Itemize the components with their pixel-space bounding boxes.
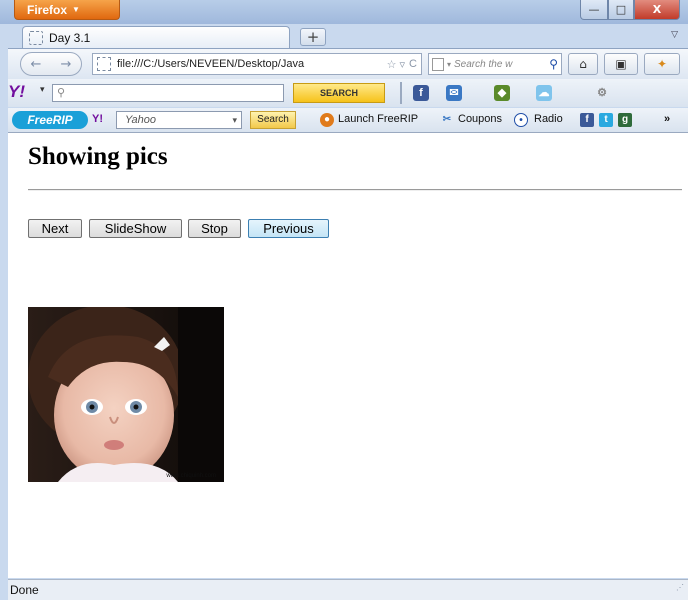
- yahoo-menu-dropdown-icon[interactable]: ▾: [40, 85, 45, 95]
- maximize-button[interactable]: □: [608, 0, 634, 20]
- forward-button[interactable]: →: [51, 57, 81, 72]
- page-heading: Showing pics: [28, 143, 168, 170]
- freerip-search-value: Yahoo: [125, 114, 156, 126]
- addon-icon: ✦: [656, 57, 668, 71]
- freerip-logo[interactable]: FreeRIP: [12, 111, 88, 129]
- bookmark-star-icon[interactable]: ☆ ▿: [387, 58, 405, 71]
- status-bar: Done ⋰: [8, 579, 688, 600]
- yahoo-logo[interactable]: Y!: [8, 82, 25, 102]
- yahoo-toolbar: Y! ▾ ⚲ SEARCH f ✉ ◆ ☁ ⚙: [8, 79, 688, 107]
- baby-portrait-image: [28, 307, 224, 482]
- search-icon[interactable]: ⚲: [549, 57, 558, 71]
- new-tab-button[interactable]: +: [300, 28, 326, 46]
- back-button[interactable]: ←: [21, 57, 51, 72]
- back-forward-group: ← →: [20, 52, 82, 76]
- site-identity-icon[interactable]: [97, 57, 111, 71]
- bookmarks-icon: ▣: [615, 57, 627, 71]
- slideshow-button[interactable]: SlideShow: [89, 219, 182, 238]
- close-window-button[interactable]: X: [634, 0, 680, 20]
- home-button[interactable]: ⌂: [568, 53, 598, 75]
- tab-day-3-1[interactable]: Day 3.1: [22, 26, 290, 48]
- toolbar-separator: [400, 82, 402, 104]
- coupons-icon: ✂: [442, 114, 452, 125]
- twitter-icon[interactable]: t: [599, 113, 613, 127]
- reload-icon[interactable]: C: [409, 58, 417, 70]
- freerip-search-dropdown-icon[interactable]: ▾: [232, 112, 237, 128]
- resize-grip-icon[interactable]: ⋰: [676, 578, 684, 598]
- previous-button[interactable]: Previous: [248, 219, 329, 238]
- browser-window: Firefox ▼ — □ X Day 3.1 + ▽ ← → file:///…: [0, 0, 688, 600]
- facebook-icon[interactable]: f: [580, 113, 594, 127]
- chevron-down-icon: ▼: [72, 5, 80, 14]
- navigation-toolbar: ← → file:///C:/Users/NEVEEN/Desktop/Java…: [8, 48, 688, 79]
- page-content: Showing pics Next SlideShow Stop Previou…: [8, 133, 688, 578]
- search-engine-dropdown-icon[interactable]: ▾: [447, 60, 451, 69]
- radio-link[interactable]: Radio: [534, 113, 563, 125]
- yahoo-search-button[interactable]: SEARCH: [293, 83, 385, 103]
- freerip-yahoo-icon[interactable]: Y!: [92, 113, 103, 125]
- list-all-tabs-button[interactable]: ▽: [671, 30, 678, 40]
- tab-strip: Day 3.1 + ▽: [8, 26, 688, 48]
- facebook-icon[interactable]: f: [413, 85, 429, 101]
- settings-gear-icon[interactable]: ⚙: [594, 85, 610, 101]
- image-credit: www.chiquinh.com: [166, 473, 216, 479]
- url-bar[interactable]: file:///C:/Users/NEVEEN/Desktop/Java ☆ ▿…: [92, 53, 422, 75]
- minimize-button[interactable]: —: [580, 0, 608, 20]
- launch-freerip-link[interactable]: Launch FreeRIP: [338, 113, 418, 125]
- horizontal-rule: [28, 189, 682, 191]
- stop-button[interactable]: Stop: [188, 219, 241, 238]
- next-button[interactable]: Next: [28, 219, 82, 238]
- mail-icon[interactable]: ✉: [446, 85, 462, 101]
- magnifier-icon: ⚲: [57, 86, 66, 99]
- coupons-link[interactable]: Coupons: [458, 113, 502, 125]
- search-bar[interactable]: ▾ Search the w ⚲: [428, 53, 562, 75]
- freerip-toolbar: FreeRIP Y! Yahoo ▾ Search ● Launch FreeR…: [8, 108, 688, 133]
- firefox-menu-label: Firefox: [27, 2, 68, 17]
- launch-freerip-icon: ●: [320, 113, 334, 127]
- search-placeholder: Search the w: [454, 58, 513, 70]
- freerip-search-input[interactable]: Yahoo ▾: [116, 111, 242, 129]
- slideshow-photo: www.chiquinh.com: [28, 307, 224, 482]
- google-plus-icon[interactable]: g: [618, 113, 632, 127]
- weather-icon[interactable]: ☁: [536, 85, 552, 101]
- games-icon[interactable]: ◆: [494, 85, 510, 101]
- yahoo-search-input[interactable]: ⚲: [52, 84, 284, 102]
- page-favicon-icon: [29, 30, 43, 45]
- status-text: Done: [10, 583, 39, 597]
- tab-title: Day 3.1: [49, 30, 91, 45]
- firefox-menu-button[interactable]: Firefox ▼: [14, 0, 120, 20]
- url-text[interactable]: file:///C:/Users/NEVEEN/Desktop/Java: [117, 58, 387, 70]
- toolbar-overflow-button[interactable]: »: [664, 113, 670, 125]
- radio-icon: •: [514, 113, 528, 127]
- addon-button[interactable]: ✦: [644, 53, 680, 75]
- search-engine-icon[interactable]: [432, 57, 444, 71]
- title-bar: Firefox ▼ — □ X: [0, 0, 688, 24]
- bookmarks-button[interactable]: ▣: [604, 53, 638, 75]
- freerip-search-button[interactable]: Search: [250, 111, 296, 129]
